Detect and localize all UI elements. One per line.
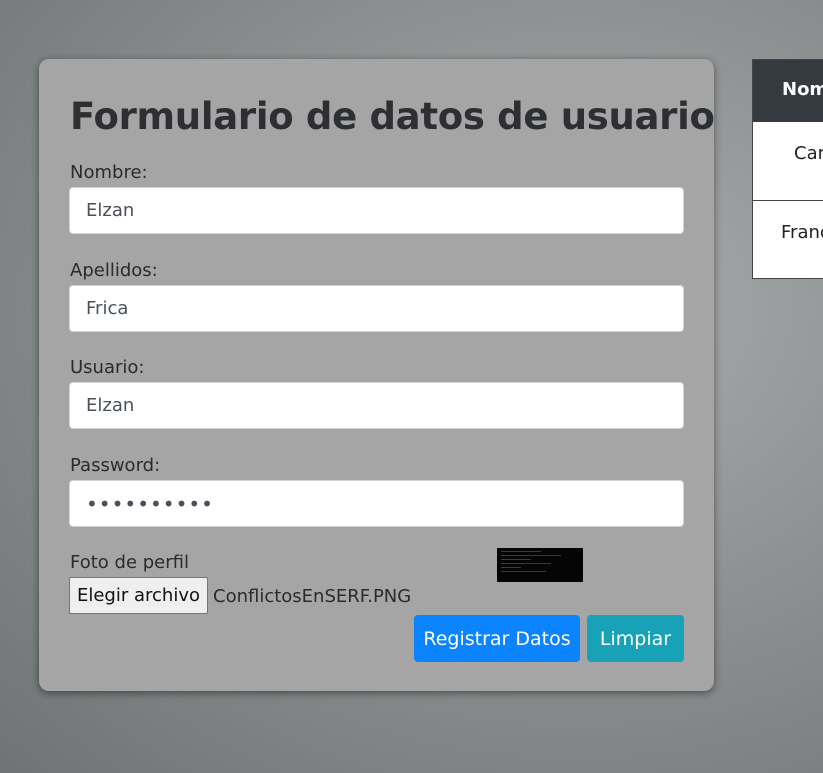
apellidos-label: Apellidos: [70,260,158,281]
table-row: Franc [753,200,823,278]
password-input[interactable] [69,480,684,527]
table-row: Car [794,143,823,164]
password-label: Password: [70,455,161,476]
user-data-form-card: Formulario de datos de usuario Nombre: A… [39,59,715,691]
apellidos-input[interactable] [69,285,684,332]
form-title: Formulario de datos de usuario [70,95,715,138]
photo-preview-thumbnail [497,548,583,582]
table-header-nombre: Nom [753,60,823,122]
register-button[interactable]: Registrar Datos [414,615,580,662]
clear-button[interactable]: Limpiar [587,615,684,662]
usuario-label: Usuario: [70,357,145,378]
choose-file-button[interactable]: Elegir archivo [69,577,208,614]
selected-file-name: ConflictosEnSERF.PNG [213,586,412,607]
usuario-input[interactable] [69,382,684,429]
nombre-label: Nombre: [70,162,148,183]
nombre-input[interactable] [69,187,684,234]
users-table: Nom Car Franc [752,59,823,279]
photo-label: Foto de perfil [70,552,189,573]
